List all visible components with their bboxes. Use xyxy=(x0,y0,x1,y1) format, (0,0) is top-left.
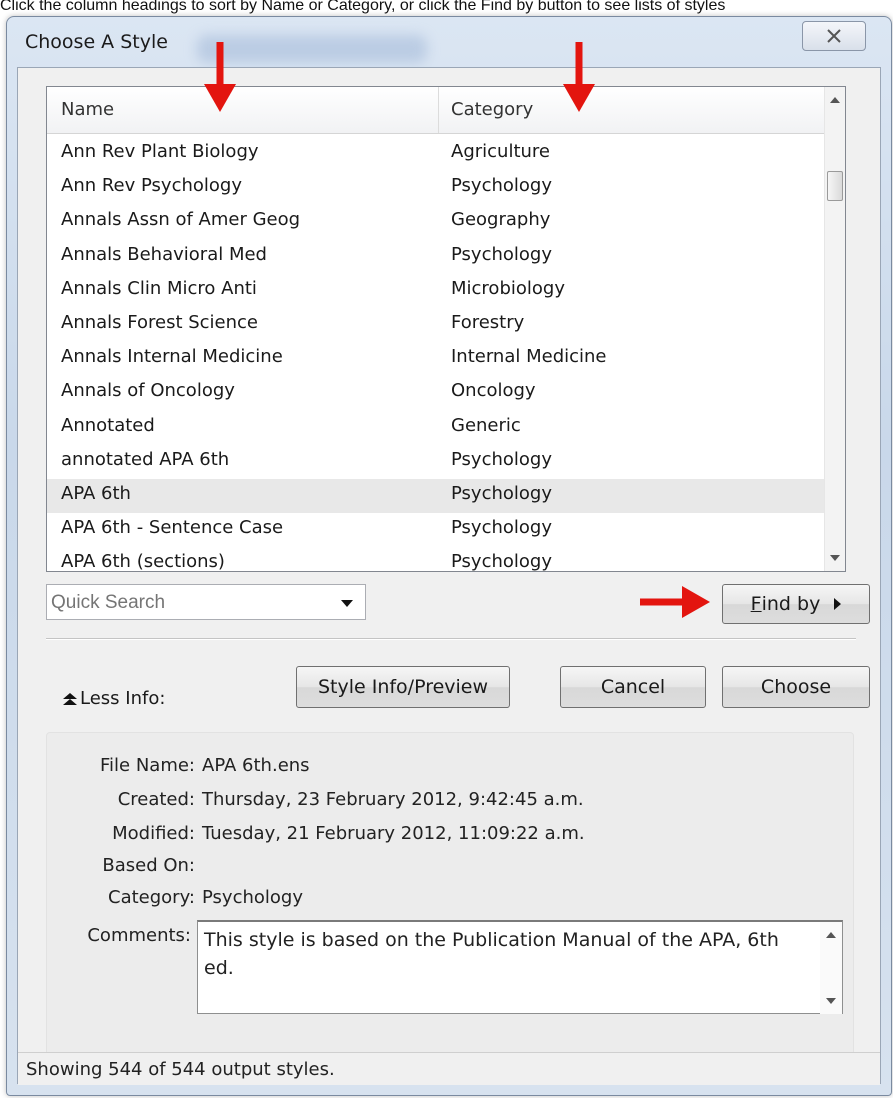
choose-style-dialog: Choose A Style Name Category Ann Rev Pla… xyxy=(6,16,892,1096)
find-by-mnemonic: F xyxy=(750,593,762,615)
modified-value: Tuesday, 21 February 2012, 11:09:22 a.m. xyxy=(202,823,585,844)
annotation-arrow-icon xyxy=(204,42,236,112)
scroll-down-icon xyxy=(826,998,836,1004)
list-row[interactable]: APA 6th Psychology xyxy=(47,478,827,514)
row-category-cell: Agriculture xyxy=(451,141,550,162)
style-info-preview-button[interactable]: Style Info/Preview xyxy=(296,666,510,708)
based-on-label: Based On: xyxy=(102,855,195,876)
comments-field[interactable]: This style is based on the Publication M… xyxy=(197,920,843,1014)
cancel-button[interactable]: Cancel xyxy=(560,666,706,708)
comments-text: This style is based on the Publication M… xyxy=(204,929,779,979)
row-name-cell: Annals Assn of Amer Geog xyxy=(61,209,301,231)
status-text: Showing 544 of 544 output styles. xyxy=(26,1059,335,1080)
scroll-up-icon xyxy=(830,97,840,103)
row-category-cell: Psychology xyxy=(451,243,552,265)
quick-search-input[interactable] xyxy=(49,587,333,619)
row-category-cell: Psychology xyxy=(451,448,552,470)
row-name-cell: Annals Behavioral Med xyxy=(61,243,267,265)
list-row[interactable]: APA 6th (sections) Psychology xyxy=(47,547,827,572)
created-value: Thursday, 23 February 2012, 9:42:45 a.m. xyxy=(202,789,584,810)
quick-search-combo[interactable] xyxy=(46,584,366,620)
less-info-label: Less Info: xyxy=(80,688,166,709)
find-by-button[interactable]: Find by xyxy=(722,584,870,624)
row-name-cell: Ann Rev Psychology xyxy=(61,175,242,197)
close-icon xyxy=(827,29,841,43)
style-list[interactable]: Name Category Ann Rev Plant Biology Agric… xyxy=(46,86,846,572)
list-row[interactable]: Annals Clin Micro Anti Microbiology xyxy=(47,274,827,308)
row-category-cell: Generic xyxy=(451,414,521,436)
less-info-toggle[interactable]: Less Info: xyxy=(62,688,165,709)
dropdown-arrow-icon xyxy=(341,599,353,607)
row-category-cell: Microbiology xyxy=(451,277,565,299)
list-row[interactable]: annotated APA 6th Psychology xyxy=(47,445,827,479)
list-row[interactable]: Annals Behavioral Med Psychology xyxy=(47,240,827,274)
list-row[interactable]: Annals Forest Science Forestry xyxy=(47,308,827,342)
row-name-cell: APA 6th xyxy=(61,482,131,504)
scroll-up-button[interactable] xyxy=(825,89,845,111)
row-category-cell: Oncology xyxy=(451,380,536,402)
instruction-caption: Click the column headings to sort by Nam… xyxy=(0,0,726,14)
row-name-cell: Annotated xyxy=(61,414,155,436)
row-category-cell: Forestry xyxy=(451,311,525,333)
dialog-title: Choose A Style xyxy=(25,31,168,53)
close-button[interactable] xyxy=(802,21,866,51)
double-up-arrow-icon xyxy=(63,692,77,705)
separator xyxy=(46,638,856,640)
scroll-thumb[interactable] xyxy=(827,171,843,201)
annotation-arrow-icon xyxy=(563,42,595,112)
row-name-cell: Ann Rev Plant Biology xyxy=(61,141,259,162)
list-header: Name Category xyxy=(47,87,827,134)
list-row[interactable]: Ann Rev Plant Biology Agriculture xyxy=(47,137,827,171)
row-category-cell: Psychology xyxy=(451,517,552,539)
annotation-arrow-icon xyxy=(640,586,710,618)
list-row[interactable]: Annotated Generic xyxy=(47,411,827,445)
category-value: Psychology xyxy=(202,887,303,908)
row-category-cell: Psychology xyxy=(451,551,552,572)
row-name-cell: APA 6th (sections) xyxy=(61,551,225,572)
column-header-name[interactable]: Name xyxy=(47,87,439,133)
row-category-cell: Psychology xyxy=(451,175,552,197)
file-name-label: File Name: xyxy=(99,755,195,776)
row-name-cell: Annals of Oncology xyxy=(61,380,235,402)
list-row[interactable]: Ann Rev Psychology Psychology xyxy=(47,171,827,205)
list-row[interactable]: Annals Assn of Amer Geog Geography xyxy=(47,205,827,239)
list-row[interactable]: Annals Internal Medicine Internal Medicin… xyxy=(47,342,827,376)
created-label: Created: xyxy=(117,789,195,810)
file-name-value: APA 6th.ens xyxy=(202,755,310,776)
list-scrollbar[interactable] xyxy=(824,87,845,571)
row-category-cell: Internal Medicine xyxy=(451,346,607,368)
submenu-arrow-icon xyxy=(834,598,842,610)
find-by-label: ind by xyxy=(761,593,821,615)
scroll-up-icon xyxy=(826,932,836,938)
modified-label: Modified: xyxy=(112,823,195,844)
column-header-category[interactable]: Category xyxy=(439,87,827,133)
row-category-cell: Geography xyxy=(451,209,551,231)
style-info-panel: File Name: APA 6th.ens Created: Thursday… xyxy=(46,732,854,1060)
row-name-cell: APA 6th - Sentence Case xyxy=(61,517,284,539)
choose-button[interactable]: Choose xyxy=(722,666,870,708)
list-row[interactable]: APA 6th - Sentence Case Psychology xyxy=(47,513,827,547)
dialog-client-area: Name Category Ann Rev Plant Biology Agric… xyxy=(17,67,881,1085)
list-rows: Ann Rev Plant Biology Agriculture Ann Rev … xyxy=(47,137,827,572)
comments-scrollbar[interactable] xyxy=(820,922,842,1014)
scroll-down-icon xyxy=(830,555,840,561)
category-label: Category: xyxy=(108,887,195,908)
status-bar: Showing 544 of 544 output styles. xyxy=(18,1052,880,1085)
row-name-cell: annotated APA 6th xyxy=(61,448,230,470)
scroll-down-button[interactable] xyxy=(825,547,845,569)
row-name-cell: Annals Clin Micro Anti xyxy=(61,277,257,299)
row-name-cell: Annals Forest Science xyxy=(61,311,258,333)
row-name-cell: Annals Internal Medicine xyxy=(61,346,283,368)
quick-search-dropdown[interactable] xyxy=(337,593,357,613)
list-row[interactable]: Annals of Oncology Oncology xyxy=(47,376,827,410)
row-category-cell: Psychology xyxy=(451,482,552,504)
comments-label: Comments: xyxy=(87,925,191,946)
